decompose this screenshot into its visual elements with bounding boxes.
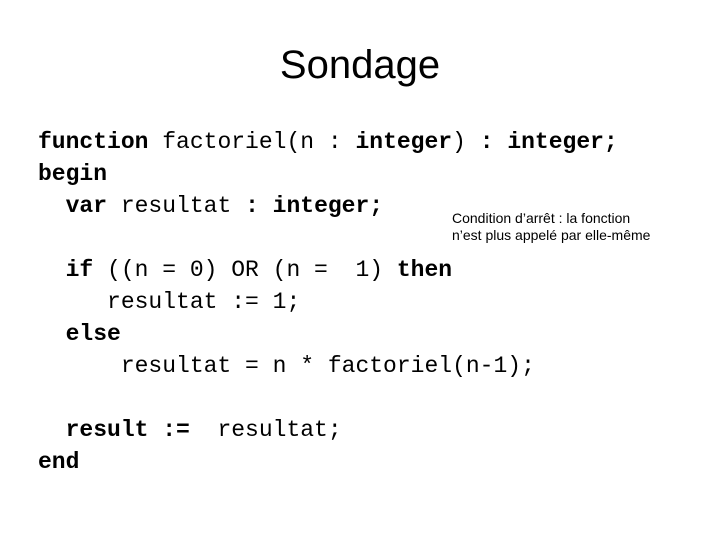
page-title: Sondage <box>279 43 441 87</box>
code-line: else <box>38 318 698 350</box>
annotation-line-1: Condition d’arrêt : la fonction <box>452 210 631 226</box>
code-keyword: : integer; <box>245 193 384 219</box>
code-keyword: var <box>38 193 121 219</box>
annotation-callout: Condition d’arrêt : la fonction n’est pl… <box>452 210 714 244</box>
code-line: end <box>38 446 698 478</box>
code-keyword: : integer; <box>465 129 618 155</box>
code-line: begin <box>38 158 698 190</box>
annotation-line-2: n’est plus appelé par elle-même <box>452 227 651 243</box>
code-listing: function factoriel(n : integer) : intege… <box>38 126 698 478</box>
code-line: if ((n = 0) OR (n = 1) then <box>38 254 698 286</box>
code-line: function factoriel(n : integer) : intege… <box>38 126 698 158</box>
code-keyword: if <box>38 257 108 283</box>
code-identifier: factoriel(n : <box>162 129 356 155</box>
code-identifier: resultat; <box>203 417 342 443</box>
code-keyword: result := <box>38 417 204 443</box>
code-keyword: begin <box>38 161 108 187</box>
code-keyword: end <box>38 449 80 475</box>
code-keyword: integer <box>355 129 453 155</box>
code-keyword: then <box>396 257 453 283</box>
code-identifier: ((n = 0) OR (n = 1) <box>107 257 397 283</box>
code-line: result := resultat; <box>38 414 698 446</box>
code-keyword: else <box>38 321 121 347</box>
code-keyword: function <box>38 129 163 155</box>
code-identifier: ) <box>452 129 466 155</box>
code-line: resultat = n * factoriel(n-1); <box>38 350 698 382</box>
code-identifier: resultat <box>120 193 246 219</box>
code-identifier: resultat := 1; <box>38 289 301 315</box>
code-identifier: resultat = n * factoriel(n-1); <box>38 353 535 379</box>
code-line: resultat := 1; <box>38 286 698 318</box>
